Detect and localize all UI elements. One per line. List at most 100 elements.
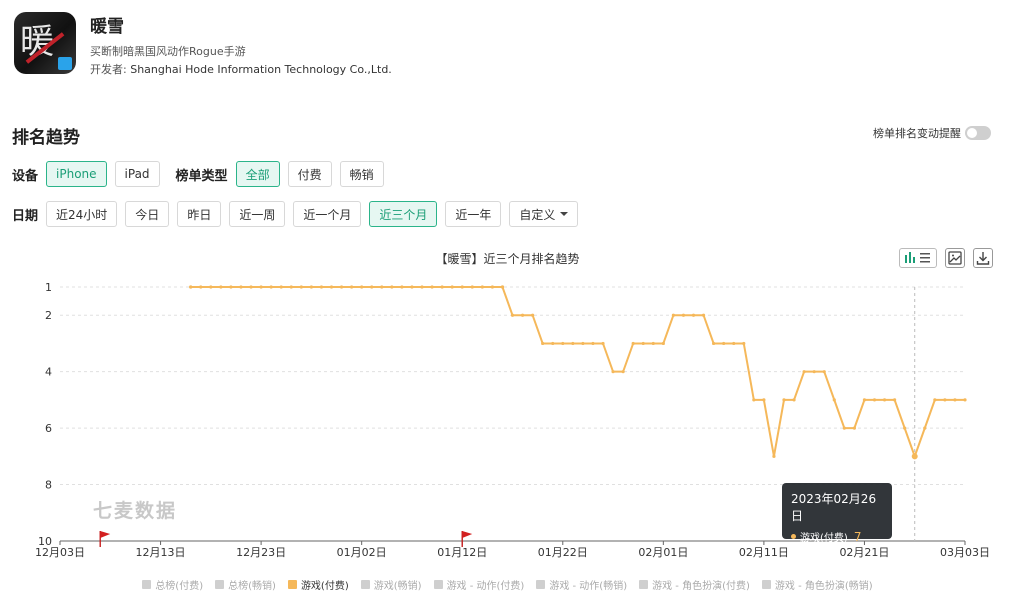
data-point: [249, 285, 253, 289]
legend-swatch: [287, 580, 297, 589]
image-icon[interactable]: [945, 248, 965, 268]
legend-label: 游戏 - 角色扮演(付费): [652, 581, 750, 592]
legend-item[interactable]: 游戏 - 动作(畅销): [536, 577, 627, 592]
app-name: 暖雪: [90, 17, 124, 37]
developer-label: 开发者:: [90, 63, 127, 76]
download-icon[interactable]: [973, 248, 993, 268]
tooltip-value: 7: [853, 529, 862, 544]
type-paid-button[interactable]: 付费: [287, 161, 332, 187]
chart-tooltip: 2023年02月26日 游戏(付费) 7: [782, 483, 892, 544]
legend-swatch: [536, 580, 546, 589]
date-today-button[interactable]: 今日: [125, 201, 170, 227]
x-tick-label: 01月22日: [538, 546, 588, 559]
device-type-filters: 设备 iPhone iPad 榜单类型 全部 付费 畅销: [12, 161, 392, 187]
data-point: [812, 370, 816, 374]
x-tick-label: 12月03日: [35, 546, 85, 559]
legend-item[interactable]: 游戏 - 动作(付费): [433, 577, 524, 592]
data-point: [380, 285, 384, 289]
x-tick-label: 01月02日: [337, 546, 387, 559]
data-point: [923, 426, 927, 430]
app-icon-badge: [58, 57, 72, 70]
data-point: [601, 341, 605, 346]
legend-item[interactable]: 游戏(付费): [287, 577, 349, 592]
date-yesterday-button[interactable]: 昨日: [177, 201, 222, 227]
data-point: [279, 285, 283, 289]
data-point: [329, 285, 334, 289]
x-tick-label: 02月21日: [839, 546, 889, 559]
device-iphone-button[interactable]: iPhone: [46, 161, 107, 187]
data-point: [571, 341, 575, 346]
rank-alert-toggle[interactable]: [965, 126, 991, 140]
data-point: [470, 285, 474, 289]
y-tick-label: 1: [45, 281, 52, 294]
legend-label: 总榜(畅销): [228, 581, 276, 592]
data-point: [390, 285, 394, 289]
data-point: [289, 285, 293, 289]
data-point: [561, 341, 565, 346]
x-tick-label: 02月01日: [638, 546, 688, 559]
bar-list-icon[interactable]: [899, 248, 937, 268]
date-month-button[interactable]: 近一个月: [293, 201, 362, 227]
type-all-button[interactable]: 全部: [235, 161, 280, 187]
data-point: [480, 285, 484, 289]
date-3months-button[interactable]: 近三个月: [369, 201, 438, 227]
data-point: [531, 313, 535, 317]
data-point: [500, 285, 505, 289]
date-custom-label: 自定义: [519, 207, 556, 222]
data-point: [350, 285, 354, 289]
hover-point: [911, 453, 918, 460]
data-point: [520, 313, 525, 317]
type-grossing-button[interactable]: 畅销: [339, 161, 384, 187]
data-point: [872, 398, 877, 402]
data-point: [842, 426, 846, 430]
data-point: [732, 341, 736, 346]
data-point: [903, 426, 907, 430]
y-tick-label: 8: [45, 479, 52, 492]
legend-item[interactable]: 游戏 - 角色扮演(付费): [639, 577, 750, 592]
legend-swatch: [639, 580, 649, 589]
data-point: [400, 285, 404, 289]
device-ipad-button[interactable]: iPad: [114, 161, 160, 187]
data-point: [591, 341, 595, 346]
section-title: 排名趋势: [12, 128, 80, 148]
legend-label: 游戏(付费): [300, 581, 349, 592]
legend-swatch: [433, 580, 443, 589]
chart-tools: [899, 248, 993, 268]
legend-label: 游戏 - 角色扮演(畅销): [774, 581, 873, 592]
data-point: [691, 313, 696, 317]
legend-item[interactable]: 总榜(畅销): [215, 577, 276, 592]
legend-label: 总榜(付费): [155, 581, 204, 592]
legend-item[interactable]: 游戏 - 角色扮演(畅销): [761, 577, 873, 592]
date-year-button[interactable]: 近一年: [445, 201, 502, 227]
data-point: [963, 398, 967, 402]
data-point: [943, 398, 947, 402]
data-point: [420, 285, 424, 289]
data-point: [440, 285, 444, 289]
data-point: [641, 341, 645, 346]
data-point: [541, 341, 545, 346]
data-point: [510, 313, 515, 317]
date-24h-button[interactable]: 近24小时: [46, 201, 118, 227]
app-icon: 暖: [14, 12, 76, 74]
data-point: [611, 370, 615, 374]
data-point: [852, 426, 856, 430]
data-point: [209, 285, 213, 289]
data-point: [772, 454, 776, 458]
data-point: [792, 398, 796, 402]
legend-item[interactable]: 总榜(付费): [142, 577, 203, 592]
date-custom-dropdown[interactable]: 自定义: [509, 201, 579, 227]
data-point: [681, 313, 686, 317]
data-point: [581, 341, 585, 346]
y-tick-label: 2: [45, 309, 52, 322]
data-point: [701, 313, 706, 317]
data-point: [229, 285, 233, 289]
tooltip-series-name: 游戏(付费): [800, 533, 848, 544]
x-tick-label: 01月12日: [437, 546, 487, 559]
data-point: [722, 341, 726, 346]
legend-item[interactable]: 游戏(畅销): [360, 577, 422, 592]
data-point: [832, 398, 836, 402]
data-point: [259, 285, 263, 289]
x-tick-label: 02月11日: [739, 546, 789, 559]
date-week-button[interactable]: 近一周: [229, 201, 286, 227]
data-point: [953, 398, 957, 402]
